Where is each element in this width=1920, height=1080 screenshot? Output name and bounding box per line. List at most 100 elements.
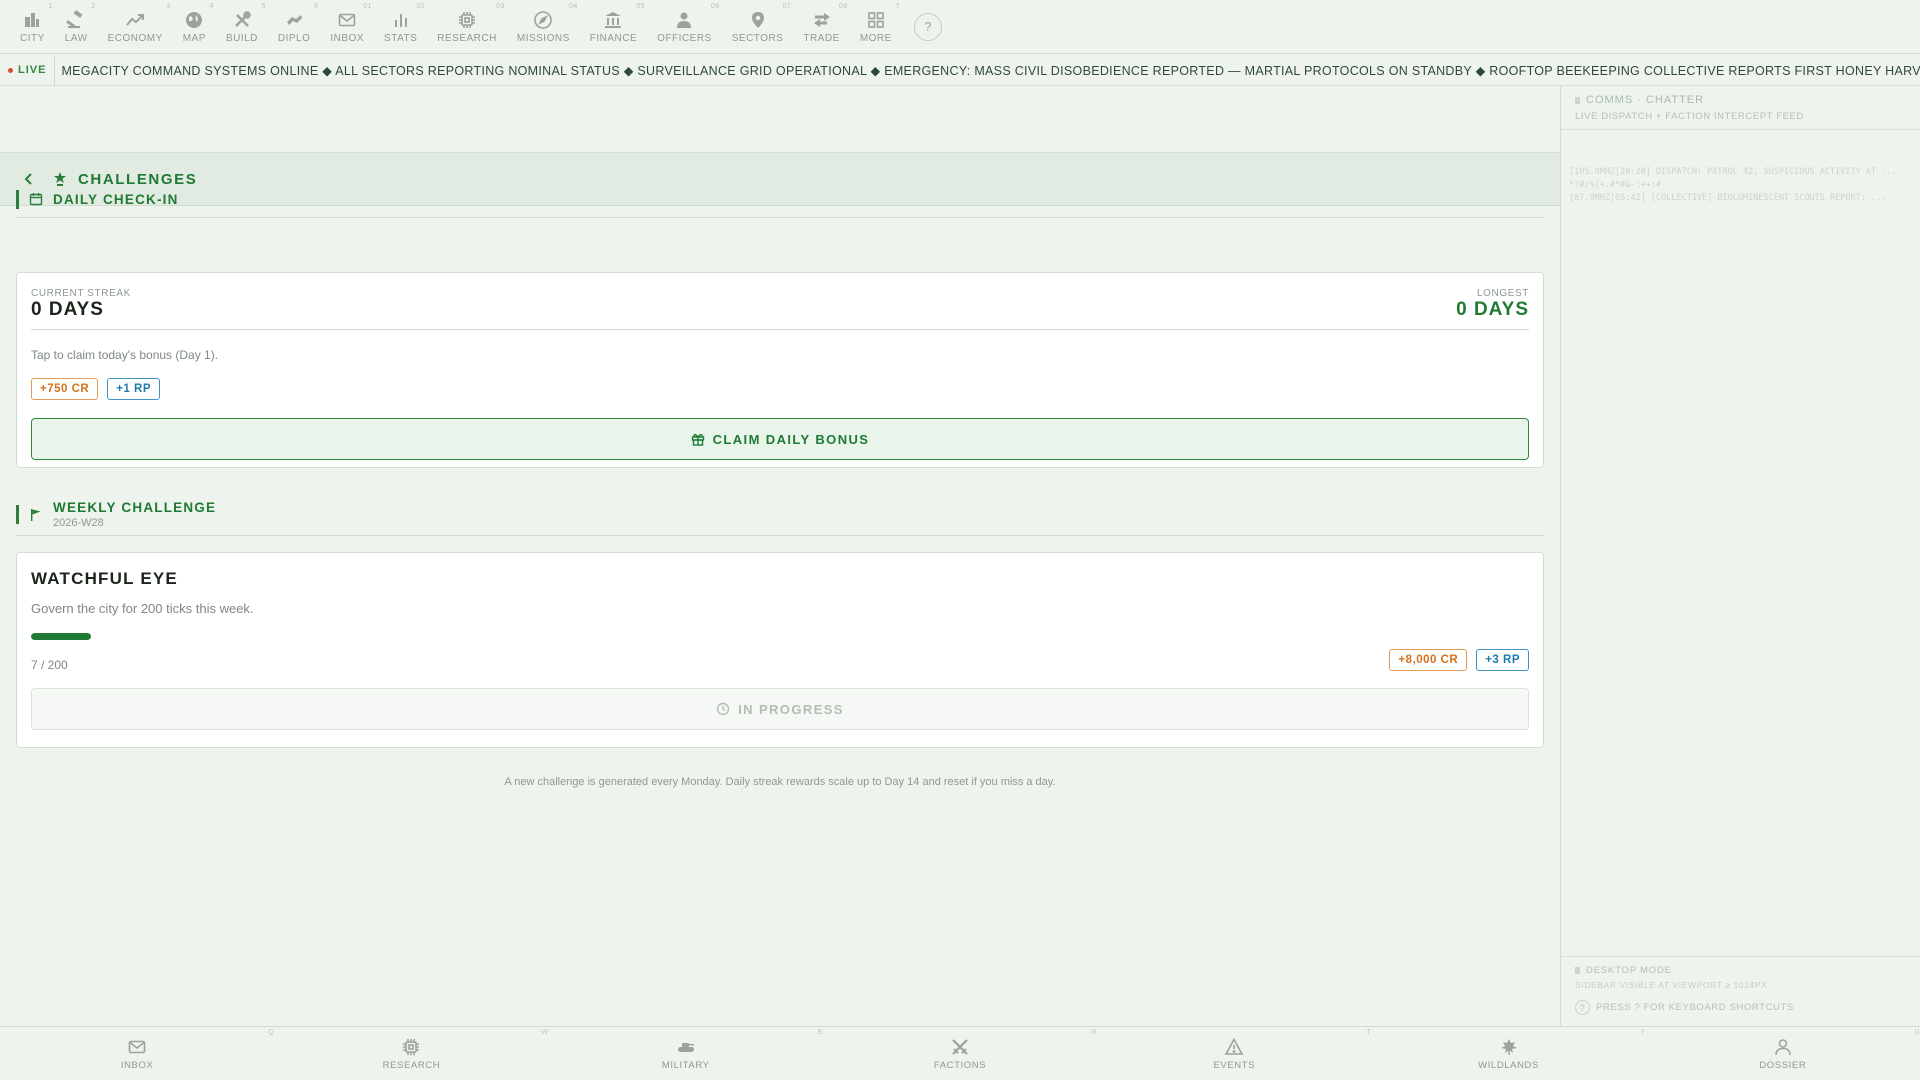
swap-icon — [812, 10, 832, 30]
square-icon — [1575, 96, 1580, 104]
nav-label: OFFICERS — [657, 32, 712, 44]
nav-build[interactable]: 5 BUILD — [216, 0, 268, 54]
section-accent-bar — [16, 190, 19, 209]
nav-inbox[interactable]: 01 INBOX — [320, 0, 374, 54]
city-icon — [22, 10, 42, 30]
shortcut-key: 01 — [363, 2, 373, 10]
nav-economy[interactable]: 3 ECONOMY — [98, 0, 173, 54]
bottom-nav-wildlands[interactable]: Y WILDLANDS — [1371, 1027, 1645, 1080]
bottom-nav-label: MILITARY — [661, 1059, 710, 1071]
chip-icon — [457, 10, 477, 30]
nav-missions[interactable]: 04 MISSIONS — [507, 0, 580, 54]
claim-button-label: CLAIM DAILY BONUS — [712, 431, 870, 447]
nav-law[interactable]: 2 LAW — [55, 0, 98, 54]
nav-trade[interactable]: 08 TRADE — [793, 0, 849, 54]
shortcut-key: ? — [895, 2, 900, 10]
mail-icon — [337, 10, 357, 30]
mail-icon — [127, 1037, 147, 1057]
nav-sectors[interactable]: 07 SECTORS — [722, 0, 794, 54]
desktop-mode-subtitle: SIDEBAR VISIBLE AT VIEWPORT ≥ 1024PX — [1575, 980, 1768, 990]
comms-title: COMMS · CHATTER — [1586, 94, 1705, 106]
bottom-nav-events[interactable]: T EVENTS — [1097, 1027, 1371, 1080]
nav-label: MAP — [182, 32, 206, 44]
nav-label: SECTORS — [731, 32, 784, 44]
nav-diplo[interactable]: 6 DIPLO — [268, 0, 321, 54]
shortcut-key: 4 — [209, 2, 214, 10]
user-icon — [1773, 1037, 1793, 1057]
longest-streak: LONGEST 0 DAYS — [1456, 288, 1529, 321]
nav-label: CITY — [20, 32, 45, 44]
nav-label: FINANCE — [589, 32, 638, 44]
tank-icon — [676, 1037, 696, 1057]
weekly-rewards: +8,000 CR +3 RP — [1389, 649, 1529, 671]
globe-icon — [184, 10, 204, 30]
shortcut-key: 08 — [839, 2, 848, 10]
bottom-nav: Q INBOX W RESEARCH E MILITARY R FACTIONS… — [0, 1026, 1920, 1080]
tools-icon — [232, 10, 252, 30]
progress-bar — [31, 633, 91, 640]
nav-label: DIPLO — [277, 32, 311, 44]
bank-icon — [603, 10, 623, 30]
trophy-icon — [52, 171, 68, 187]
comms-header: COMMS · CHATTER LIVE DISPATCH + FACTION … — [1561, 86, 1920, 130]
nav-research[interactable]: 03 RESEARCH — [427, 0, 507, 54]
credits-reward-badge: +8,000 CR — [1389, 649, 1468, 671]
ticker-text: MEGACITY COMMAND SYSTEMS ONLINE ◆ ALL SE… — [61, 63, 1920, 78]
back-button[interactable] — [22, 172, 36, 186]
challenge-title: WATCHFUL EYE — [31, 569, 178, 588]
alert-icon — [1224, 1037, 1244, 1057]
leaf-icon — [1499, 1037, 1519, 1057]
nav-finance[interactable]: 05 FINANCE — [580, 0, 647, 54]
claim-hint: Tap to claim today's bonus (Day 1). — [31, 348, 219, 362]
shortcut-hint: PRESS ? FOR KEYBOARD SHORTCUTS — [1596, 1002, 1794, 1013]
shortcut-key: 05 — [636, 2, 646, 10]
longest-streak-label: LONGEST — [1477, 288, 1529, 299]
bottom-nav-research[interactable]: W RESEARCH — [274, 1027, 548, 1080]
weekly-section-title: WEEKLY CHALLENGE — [53, 500, 217, 515]
weekly-title-block: WEEKLY CHALLENGE 2026-W28 — [53, 500, 216, 529]
research-points-reward-badge: +3 RP — [1476, 649, 1529, 671]
bottom-nav-inbox[interactable]: Q INBOX — [0, 1027, 274, 1080]
bottom-nav-label: RESEARCH — [382, 1059, 441, 1071]
current-streak-value: 0 DAYS — [31, 299, 104, 320]
progress-row: 7 / 200 +8,000 CR +3 RP — [31, 648, 1529, 672]
bottom-nav-label: FACTIONS — [933, 1059, 987, 1071]
bottom-nav-label: INBOX — [120, 1059, 154, 1071]
nav-officers[interactable]: 06 OFFICERS — [647, 0, 722, 54]
desktop-mode-row: DESKTOP MODE — [1575, 965, 1906, 976]
nav-label: BUILD — [225, 32, 258, 44]
weekly-section-title-row: WEEKLY CHALLENGE 2026-W28 — [16, 500, 1544, 536]
nav-city[interactable]: 1 CITY — [10, 0, 55, 54]
grid-icon — [866, 10, 886, 30]
help-button[interactable]: ? — [913, 12, 942, 41]
nav-more[interactable]: ? MORE — [850, 0, 902, 54]
claim-daily-bonus-button[interactable]: CLAIM DAILY BONUS — [31, 418, 1529, 460]
progress-fill — [31, 633, 91, 640]
shortcut-hint-row[interactable]: ? PRESS ? FOR KEYBOARD SHORTCUTS — [1575, 1000, 1906, 1015]
nav-map[interactable]: 4 MAP — [173, 0, 216, 54]
bottom-nav-dossier[interactable]: U DOSSIER — [1646, 1027, 1920, 1080]
sidebar-footer: DESKTOP MODE SIDEBAR VISIBLE AT VIEWPORT… — [1561, 956, 1920, 1026]
nav-label: LAW — [64, 32, 88, 44]
desktop-mode-title: DESKTOP MODE — [1586, 965, 1672, 976]
status-label: IN PROGRESS — [738, 701, 844, 717]
nav-label: MORE — [859, 32, 892, 44]
bottom-nav-factions[interactable]: R FACTIONS — [823, 1027, 1097, 1080]
question-icon: ? — [1575, 1000, 1590, 1015]
bottom-nav-military[interactable]: E MILITARY — [549, 1027, 823, 1080]
streak-row: CURRENT STREAK 0 DAYS LONGEST 0 DAYS — [31, 273, 1529, 321]
comms-feed[interactable]: [105.9MHZ|20:20] DISPATCH: PATROL 42, SU… — [1561, 130, 1920, 205]
pin-icon — [748, 10, 768, 30]
challenge-footnote: A new challenge is generated every Monda… — [504, 776, 1056, 788]
news-ticker: LIVE MEGACITY COMMAND SYSTEMS ONLINE ◆ A… — [0, 55, 1920, 86]
shortcut-key: 03 — [496, 2, 505, 10]
square-icon — [1575, 967, 1580, 974]
handshake-icon — [284, 10, 304, 30]
comms-sidebar: COMMS · CHATTER LIVE DISPATCH + FACTION … — [1560, 86, 1920, 1026]
challenge-description: Govern the city for 200 ticks this week. — [31, 601, 254, 616]
page-title: CHALLENGES — [78, 170, 198, 188]
nav-stats[interactable]: 02 STATS — [374, 0, 427, 54]
credits-reward-badge: +750 CR — [31, 378, 99, 400]
shortcut-key: 2 — [91, 2, 96, 10]
divider — [31, 329, 1529, 330]
